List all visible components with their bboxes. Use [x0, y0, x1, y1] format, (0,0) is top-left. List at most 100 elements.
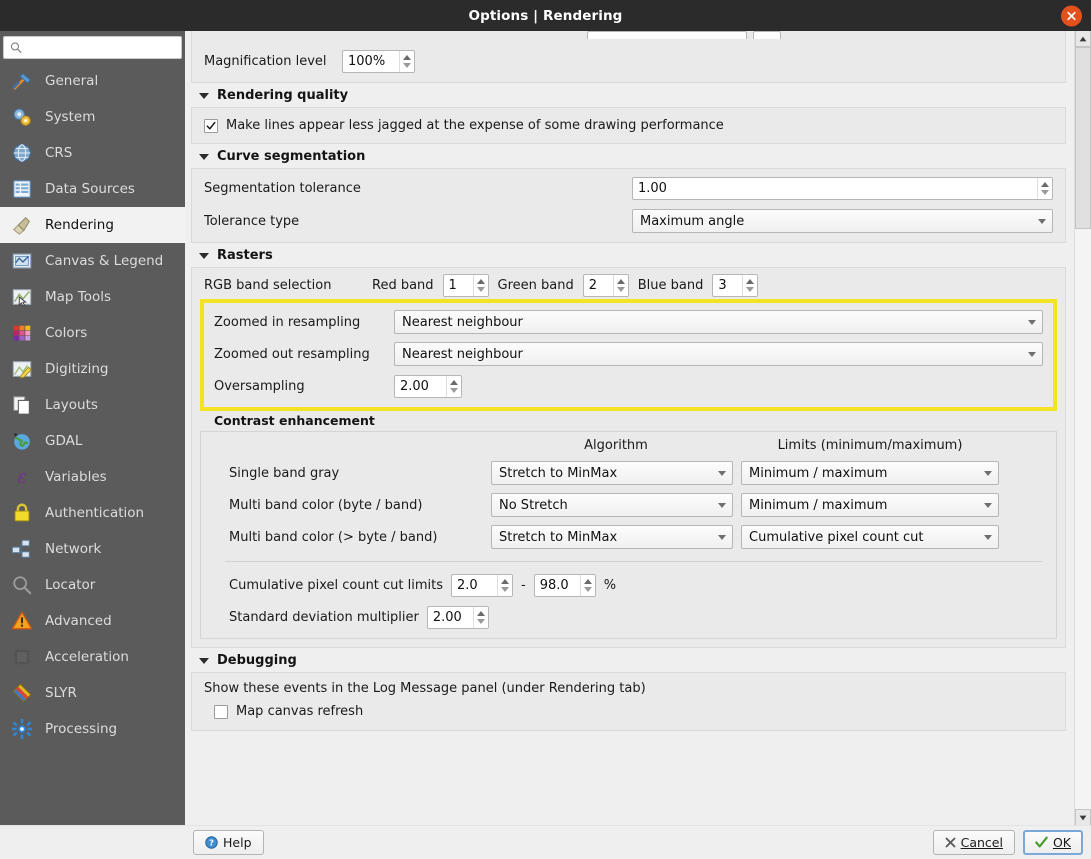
sidebar-item-crs[interactable]: CRS	[0, 135, 185, 171]
map-canvas-refresh-checkbox[interactable]	[214, 704, 228, 719]
segmentation-tolerance-stepper[interactable]	[1037, 177, 1052, 199]
chevron-down-icon	[984, 502, 992, 508]
curve-segmentation-panel: Segmentation tolerance 1.00 Tolerance ty…	[191, 168, 1066, 243]
vertical-scrollbar[interactable]	[1074, 31, 1091, 825]
sidebar-item-gdal[interactable]: GDAL	[0, 423, 185, 459]
chevron-up-icon	[476, 610, 485, 616]
sidebar-item-locator[interactable]: Locator	[0, 567, 185, 603]
magnification-label: Magnification level	[204, 53, 327, 69]
sidebar-item-rendering[interactable]: Rendering	[0, 207, 185, 243]
search-input[interactable]	[27, 39, 175, 56]
sidebar-item-digitizing[interactable]: Digitizing	[0, 351, 185, 387]
sidebar-item-variables[interactable]: ε Variables	[0, 459, 185, 495]
sidebar-item-acceleration[interactable]: Acceleration	[0, 639, 185, 675]
std-dev-multiplier-value: 2.00	[432, 609, 462, 625]
sidebar-item-data-sources[interactable]: Data Sources	[0, 171, 185, 207]
network-icon	[10, 537, 34, 561]
red-band-value: 1	[448, 278, 457, 293]
chevron-up-icon	[476, 279, 485, 284]
magnification-spinner[interactable]: 100%	[342, 49, 415, 73]
zoomed-out-resampling-label: Zoomed out resampling	[214, 346, 370, 362]
cancel-x-icon	[945, 837, 956, 848]
help-icon: ?	[205, 836, 218, 849]
collapse-triangle-icon	[199, 657, 209, 664]
collapse-triangle-icon	[199, 92, 209, 99]
green-band-label: Green band	[497, 278, 574, 293]
cumulative-cut-max-stepper[interactable]	[579, 574, 595, 596]
blue-band-stepper[interactable]	[742, 275, 758, 296]
multi-band-gtbyte-algorithm-combobox[interactable]: Stretch to MinMax	[491, 525, 733, 549]
chevron-down-icon	[984, 470, 992, 476]
magnification-panel: Magnification level 100%	[191, 31, 1066, 83]
cancel-button[interactable]: Cancel	[932, 830, 1015, 855]
green-band-spinner[interactable]: 2	[582, 274, 629, 297]
multi-band-byte-limits-combobox[interactable]: Minimum / maximum	[741, 493, 999, 517]
collapse-triangle-icon	[199, 252, 209, 259]
group-curve-segmentation-header[interactable]: Curve segmentation	[191, 144, 1066, 168]
sidebar-item-general[interactable]: General	[0, 63, 185, 99]
sidebar-item-authentication[interactable]: Authentication	[0, 495, 185, 531]
segmentation-tolerance-spinner[interactable]: 1.00	[632, 176, 1053, 200]
sidebar-item-processing[interactable]: Processing	[0, 711, 185, 747]
clipped-field-above[interactable]	[586, 31, 747, 39]
earth-icon	[10, 429, 34, 453]
std-dev-multiplier-spinner[interactable]: 2.00	[426, 605, 489, 629]
single-band-gray-algorithm-combobox[interactable]: Stretch to MinMax	[491, 461, 733, 485]
clipped-spinner-above[interactable]	[752, 31, 781, 39]
sidebar-item-slyr[interactable]: SLYR	[0, 675, 185, 711]
contrast-enhancement-title: Contrast enhancement	[214, 413, 375, 428]
scroll-up-button[interactable]	[1075, 31, 1091, 47]
sidebar-item-label: Variables	[45, 469, 107, 485]
magnification-stepper[interactable]	[399, 50, 414, 72]
group-debugging-header[interactable]: Debugging	[191, 648, 1066, 672]
map-canvas-refresh-row[interactable]: Map canvas refresh	[204, 704, 1053, 719]
single-band-gray-label: Single band gray	[229, 465, 340, 481]
cumulative-cut-min-stepper[interactable]	[497, 574, 513, 596]
group-rendering-quality-header[interactable]: Rendering quality	[191, 83, 1066, 107]
chevron-down-icon	[476, 618, 485, 624]
group-rasters-header[interactable]: Rasters	[191, 243, 1066, 267]
std-dev-multiplier-stepper[interactable]	[472, 606, 488, 628]
contrast-enhancement-grid: Algorithm Limits (minimum/maximum) Singl…	[211, 438, 1046, 549]
zoomed-out-resampling-combobox[interactable]: Nearest neighbour	[394, 342, 1043, 366]
close-button[interactable]	[1061, 5, 1082, 26]
sidebar-item-layouts[interactable]: Layouts	[0, 387, 185, 423]
canvas-icon	[10, 249, 34, 273]
help-button-label: Help	[223, 835, 252, 850]
sidebar-item-advanced[interactable]: Advanced	[0, 603, 185, 639]
sidebar-item-system[interactable]: System	[0, 99, 185, 135]
multi-band-gtbyte-limits-combobox[interactable]: Cumulative pixel count cut	[741, 525, 999, 549]
sidebar-item-network[interactable]: Network	[0, 531, 185, 567]
single-band-gray-limits-combobox[interactable]: Minimum / maximum	[741, 461, 999, 485]
cumulative-cut-max-spinner[interactable]: 98.0	[533, 573, 596, 597]
help-button[interactable]: ? Help	[193, 830, 264, 855]
sidebar-item-map-tools[interactable]: Map Tools	[0, 279, 185, 315]
red-band-stepper[interactable]	[472, 275, 488, 296]
sidebar-item-colors[interactable]: Colors	[0, 315, 185, 351]
blue-band-value: 3	[718, 278, 727, 293]
oversampling-spinner[interactable]: 2.00	[394, 374, 462, 398]
red-band-spinner[interactable]: 1	[442, 274, 489, 297]
blue-band-spinner[interactable]: 3	[712, 274, 759, 297]
sidebar-item-canvas-legend[interactable]: Canvas & Legend	[0, 243, 185, 279]
green-band-stepper[interactable]	[612, 275, 628, 296]
multi-band-byte-algorithm-combobox[interactable]: No Stretch	[491, 493, 733, 517]
tolerance-type-row: Tolerance type Maximum angle	[204, 208, 1053, 234]
group-title: Debugging	[217, 653, 297, 668]
sidebar-item-label: Advanced	[45, 613, 112, 629]
table-icon	[10, 177, 34, 201]
search-box[interactable]	[3, 36, 182, 59]
group-title: Rasters	[217, 248, 273, 263]
scrollbar-thumb[interactable]	[1075, 47, 1091, 229]
antialiasing-checkbox[interactable]	[204, 118, 218, 133]
cumulative-cut-min-spinner[interactable]: 2.0	[451, 573, 514, 597]
magnification-value: 100%	[348, 53, 386, 69]
epsilon-icon: ε	[10, 465, 34, 489]
ok-button[interactable]: OK	[1022, 830, 1083, 855]
oversampling-stepper[interactable]	[446, 375, 461, 397]
rendering-quality-panel: Make lines appear less jagged at the exp…	[191, 107, 1066, 144]
scroll-down-button[interactable]	[1075, 809, 1091, 825]
antialiasing-checkbox-row[interactable]: Make lines appear less jagged at the exp…	[204, 118, 1053, 133]
zoomed-in-resampling-combobox[interactable]: Nearest neighbour	[394, 310, 1043, 334]
tolerance-type-combobox[interactable]: Maximum angle	[632, 209, 1053, 233]
